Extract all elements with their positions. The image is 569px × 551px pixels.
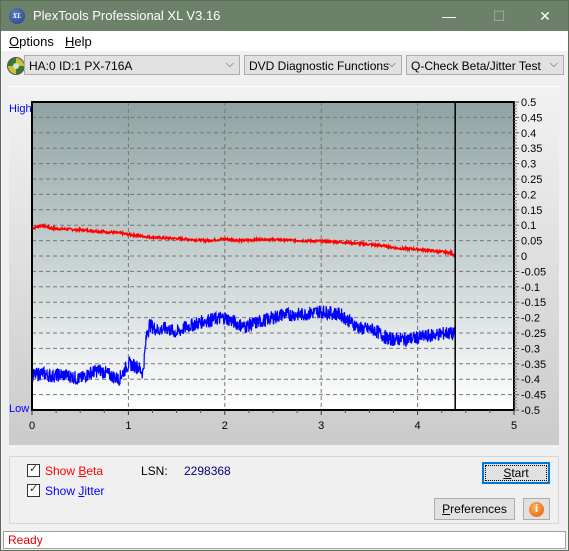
y-axis: 0.5 0.45 0.4 0.35 0.3 0.25 0.2 0.15 0.1 0.05 0 -0.0… bbox=[514, 97, 546, 417]
axis-label-high: High bbox=[9, 103, 32, 115]
y-tick-label: -0.25 bbox=[521, 328, 546, 340]
y-tick-label: -0.2 bbox=[521, 313, 540, 325]
y-tick-label: 0.25 bbox=[521, 174, 542, 186]
info-button[interactable]: i bbox=[523, 498, 550, 520]
show-beta-label[interactable]: Show Beta bbox=[45, 464, 103, 478]
x-tick-label: 5 bbox=[511, 420, 517, 432]
show-beta-checkbox[interactable] bbox=[27, 462, 40, 477]
button-accel: S bbox=[503, 466, 512, 480]
app-window: XL PlexTools Professional XL V3.16 — ☐ ✕… bbox=[0, 0, 569, 551]
status-text: Ready bbox=[8, 533, 43, 547]
y-tick-label: -0.35 bbox=[521, 359, 546, 371]
preferences-button[interactable]: Preferences bbox=[434, 498, 515, 520]
y-tick-label: 0 bbox=[521, 251, 527, 263]
lsn-value: 2298368 bbox=[184, 464, 231, 478]
y-tick-label: -0.3 bbox=[521, 343, 540, 355]
label-text: itter bbox=[84, 484, 105, 498]
label-text: Show bbox=[45, 484, 79, 498]
button-text: tart bbox=[511, 466, 529, 480]
button-text: references bbox=[450, 502, 507, 516]
show-jitter-label[interactable]: Show Jitter bbox=[45, 484, 104, 498]
button-accel: P bbox=[442, 502, 451, 516]
y-tick-label: 0.5 bbox=[521, 97, 536, 109]
y-tick-label: 0.3 bbox=[521, 159, 536, 171]
lsn-label: LSN: bbox=[141, 464, 168, 478]
y-tick-label: 0.4 bbox=[521, 128, 536, 140]
beta-jitter-chart: High Low 0 1 2 3 4 5 0.5 0.45 0.4 0.35 0.3 0.25 0.2… bbox=[9, 97, 546, 432]
x-tick-label: 3 bbox=[318, 420, 324, 432]
info-icon: i bbox=[529, 502, 544, 517]
y-tick-label: -0.4 bbox=[521, 374, 540, 386]
y-tick-label: 0.35 bbox=[521, 143, 542, 155]
y-tick-label: 0.05 bbox=[521, 236, 542, 248]
y-tick-label: -0.45 bbox=[521, 390, 546, 402]
show-jitter-checkbox[interactable] bbox=[27, 482, 40, 497]
x-tick-label: 4 bbox=[415, 420, 421, 432]
x-axis: 0 1 2 3 4 5 bbox=[29, 410, 517, 432]
x-tick-label: 1 bbox=[125, 420, 131, 432]
axis-label-low: Low bbox=[9, 403, 29, 415]
x-tick-label: 0 bbox=[29, 420, 35, 432]
status-bar: Ready bbox=[3, 531, 566, 549]
y-tick-label: -0.5 bbox=[521, 405, 540, 417]
y-tick-label: -0.15 bbox=[521, 297, 546, 309]
y-tick-label: -0.05 bbox=[521, 266, 546, 278]
label-text: eta bbox=[86, 464, 104, 478]
y-tick-label: 0.15 bbox=[521, 205, 542, 217]
y-tick-label: 0.2 bbox=[521, 189, 536, 201]
label-text: Show bbox=[45, 464, 79, 478]
y-tick-label: -0.1 bbox=[521, 282, 540, 294]
y-tick-label: 0.1 bbox=[521, 220, 536, 232]
grid bbox=[32, 102, 514, 410]
x-tick-label: 2 bbox=[222, 420, 228, 432]
y-tick-label: 0.45 bbox=[521, 112, 542, 124]
start-button[interactable]: Start bbox=[482, 462, 550, 484]
